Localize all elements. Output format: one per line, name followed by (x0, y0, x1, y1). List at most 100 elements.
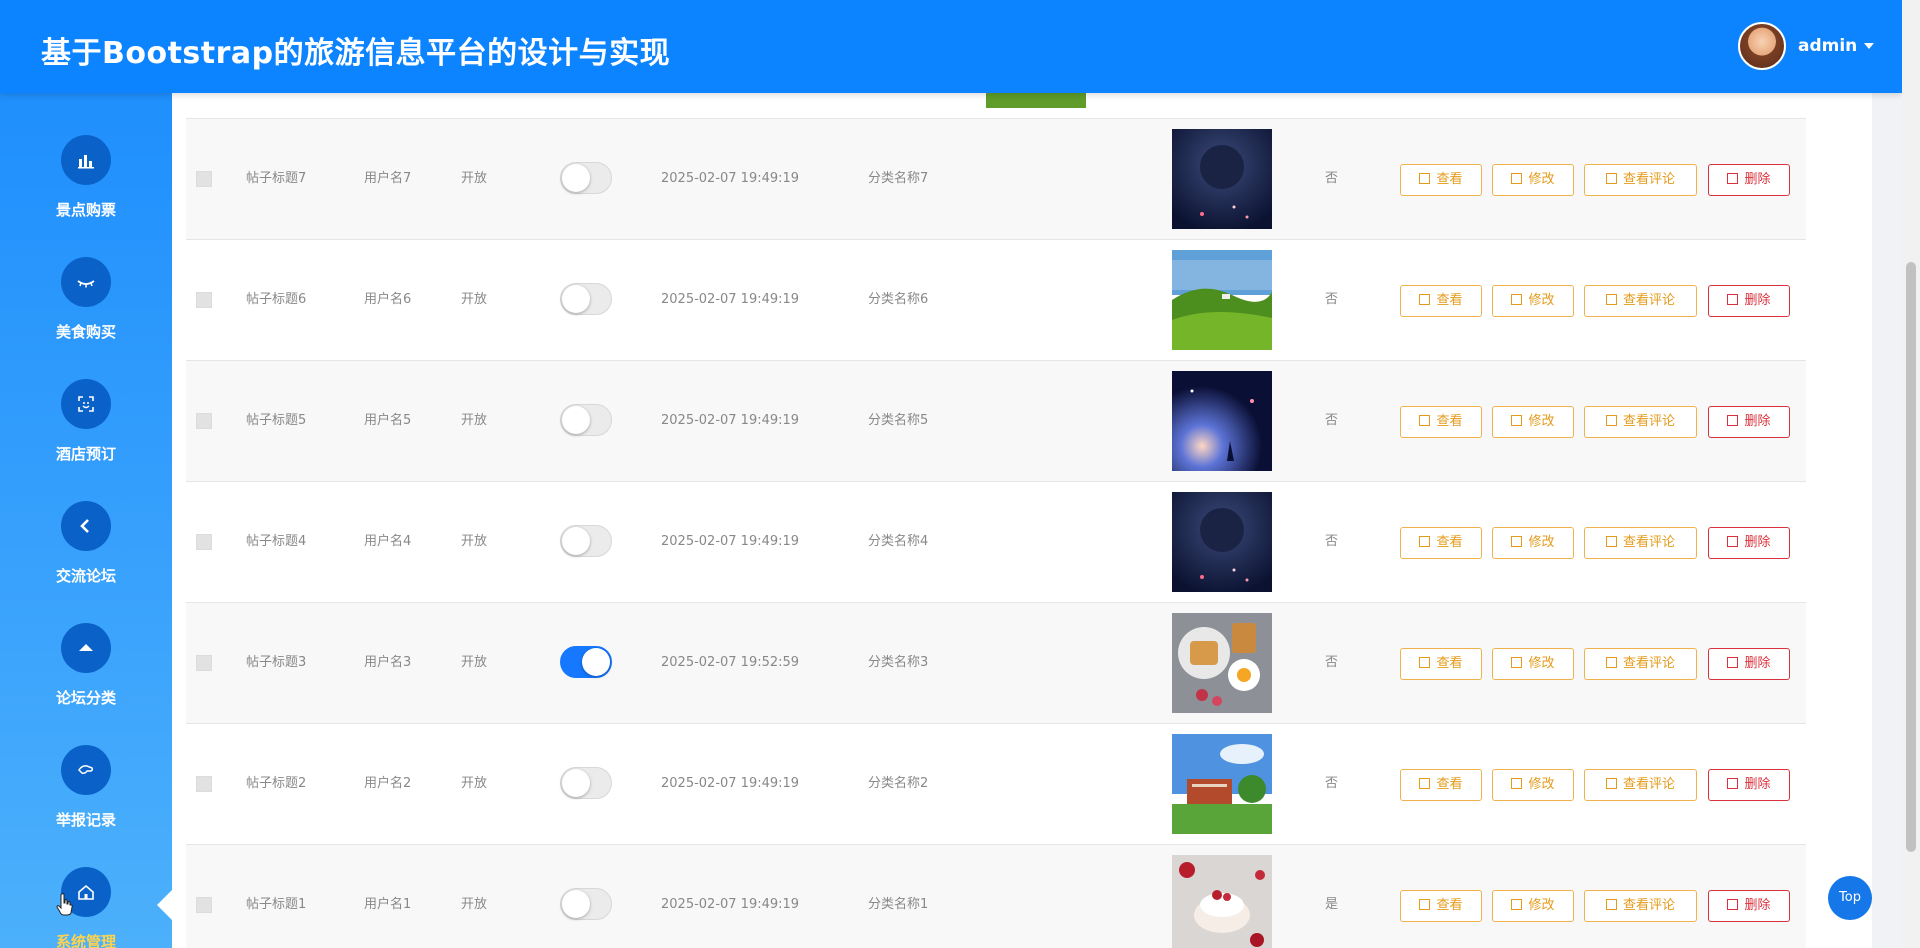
sidebar: 景点购票 美食购买 酒店预订 交流论坛 论坛分类 举报记录 系统管理 (0, 93, 172, 948)
table-row: 帖子标题4 用户名4 开放 2025-02-07 19:49:19 分类名称4 … (186, 482, 1806, 603)
document-icon (1419, 899, 1431, 910)
sidebar-item-food[interactable]: 美食购买 (0, 257, 172, 379)
post-image (1172, 734, 1272, 834)
edit-button[interactable]: 修改 (1492, 285, 1574, 317)
view-button[interactable]: 查看 (1400, 648, 1482, 680)
row-checkbox[interactable] (196, 776, 212, 792)
toggle-knob (562, 769, 590, 797)
post-image (1172, 492, 1272, 592)
comment-icon (1605, 536, 1617, 547)
hand-icon (61, 745, 111, 795)
comment-icon (1605, 294, 1617, 305)
view-comments-button[interactable]: 查看评论 (1584, 164, 1697, 196)
sidebar-item-system[interactable]: 系统管理 (0, 867, 172, 948)
table-row: 帖子标题3 用户名3 开放 2025-02-07 19:52:59 分类名称3 … (186, 603, 1806, 724)
delete-button[interactable]: 删除 (1708, 164, 1790, 196)
post-title: 帖子标题5 (246, 413, 307, 428)
edit-button[interactable]: 修改 (1492, 406, 1574, 438)
sidebar-item-tickets[interactable]: 景点购票 (0, 135, 172, 257)
delete-button[interactable]: 删除 (1708, 527, 1790, 559)
sidebar-item-label: 美食购买 (55, 323, 116, 341)
category-cell: 分类名称5 (868, 413, 929, 428)
user-name-cell: 用户名1 (364, 897, 412, 912)
toggle-switch[interactable] (560, 525, 612, 557)
caret-down-icon[interactable] (1864, 43, 1874, 49)
flag-cell: 否 (1325, 534, 1339, 549)
row-checkbox[interactable] (196, 897, 212, 913)
view-comments-button[interactable]: 查看评论 (1584, 406, 1697, 438)
time-cell: 2025-02-07 19:49:19 (661, 897, 800, 912)
edit-button[interactable]: 修改 (1492, 648, 1574, 680)
flag-cell: 否 (1325, 171, 1339, 186)
edit-button[interactable]: 修改 (1492, 164, 1574, 196)
edit-icon (1511, 778, 1523, 789)
time-cell: 2025-02-07 19:49:19 (661, 776, 800, 791)
delete-button[interactable]: 删除 (1708, 406, 1790, 438)
row-checkbox[interactable] (196, 413, 212, 429)
view-button[interactable]: 查看 (1400, 164, 1482, 196)
view-button[interactable]: 查看 (1400, 527, 1482, 559)
comment-icon (1605, 657, 1617, 668)
table-row: 帖子标题6 用户名6 开放 2025-02-07 19:49:19 分类名称6 … (186, 240, 1806, 361)
row-checkbox[interactable] (196, 171, 212, 187)
time-cell: 2025-02-07 19:49:19 (661, 413, 800, 428)
time-cell: 2025-02-07 19:52:59 (661, 655, 800, 670)
view-button[interactable]: 查看 (1400, 890, 1482, 922)
edit-button[interactable]: 修改 (1492, 890, 1574, 922)
delete-button[interactable]: 删除 (1708, 648, 1790, 680)
category-cell: 分类名称6 (868, 292, 929, 307)
toggle-switch[interactable] (560, 404, 612, 436)
sidebar-item-label: 景点购票 (55, 201, 116, 219)
toggle-switch[interactable] (560, 162, 612, 194)
back-to-top-button[interactable]: Top (1828, 876, 1872, 920)
post-image (1172, 613, 1272, 713)
toggle-switch[interactable] (560, 888, 612, 920)
category-cell: 分类名称2 (868, 776, 929, 791)
top-header: 基于Bootstrap的旅游信息平台的设计与实现 admin (0, 0, 1902, 93)
view-comments-button[interactable]: 查看评论 (1584, 527, 1697, 559)
time-cell: 2025-02-07 19:49:19 (661, 534, 800, 549)
sidebar-item-reports[interactable]: 举报记录 (0, 745, 172, 867)
view-comments-button[interactable]: 查看评论 (1584, 769, 1697, 801)
scrollbar-thumb[interactable] (1906, 262, 1916, 852)
sidebar-item-hotel[interactable]: 酒店预订 (0, 379, 172, 501)
category-cell: 分类名称7 (868, 171, 929, 186)
delete-button[interactable]: 删除 (1708, 285, 1790, 317)
view-comments-button[interactable]: 查看评论 (1584, 648, 1697, 680)
row-checkbox[interactable] (196, 292, 212, 308)
delete-button[interactable]: 删除 (1708, 769, 1790, 801)
row-checkbox[interactable] (196, 655, 212, 671)
view-button[interactable]: 查看 (1400, 285, 1482, 317)
user-name-cell: 用户名3 (364, 655, 412, 670)
toggle-switch[interactable] (560, 767, 612, 799)
status-cell: 开放 (461, 897, 488, 912)
post-image (1172, 250, 1272, 350)
user-name[interactable]: admin (1798, 36, 1857, 56)
flag-cell: 否 (1325, 413, 1339, 428)
view-comments-button[interactable]: 查看评论 (1584, 890, 1697, 922)
view-button[interactable]: 查看 (1400, 406, 1482, 438)
sidebar-item-forum-category[interactable]: 论坛分类 (0, 623, 172, 745)
user-name-cell: 用户名5 (364, 413, 412, 428)
chevron-left-icon (61, 501, 111, 551)
toggle-switch[interactable] (560, 283, 612, 315)
post-title: 帖子标题7 (246, 171, 307, 186)
user-avatar[interactable] (1738, 22, 1786, 70)
user-name-cell: 用户名4 (364, 534, 412, 549)
eye-closed-icon (61, 257, 111, 307)
delete-button[interactable]: 删除 (1708, 890, 1790, 922)
post-image (1172, 129, 1272, 229)
view-comments-button[interactable]: 查看评论 (1584, 285, 1697, 317)
edit-button[interactable]: 修改 (1492, 769, 1574, 801)
time-cell: 2025-02-07 19:49:19 (661, 292, 800, 307)
sidebar-item-label: 论坛分类 (55, 689, 116, 707)
post-title: 帖子标题1 (246, 897, 307, 912)
table-row: 帖子标题2 用户名2 开放 2025-02-07 19:49:19 分类名称2 … (186, 724, 1806, 845)
row-checkbox[interactable] (196, 534, 212, 550)
table-row: 帖子标题7 用户名7 开放 2025-02-07 19:49:19 分类名称7 … (186, 119, 1806, 240)
toggle-switch[interactable] (560, 646, 612, 678)
edit-button[interactable]: 修改 (1492, 527, 1574, 559)
view-button[interactable]: 查看 (1400, 769, 1482, 801)
sidebar-item-forum[interactable]: 交流论坛 (0, 501, 172, 623)
status-cell: 开放 (461, 171, 488, 186)
